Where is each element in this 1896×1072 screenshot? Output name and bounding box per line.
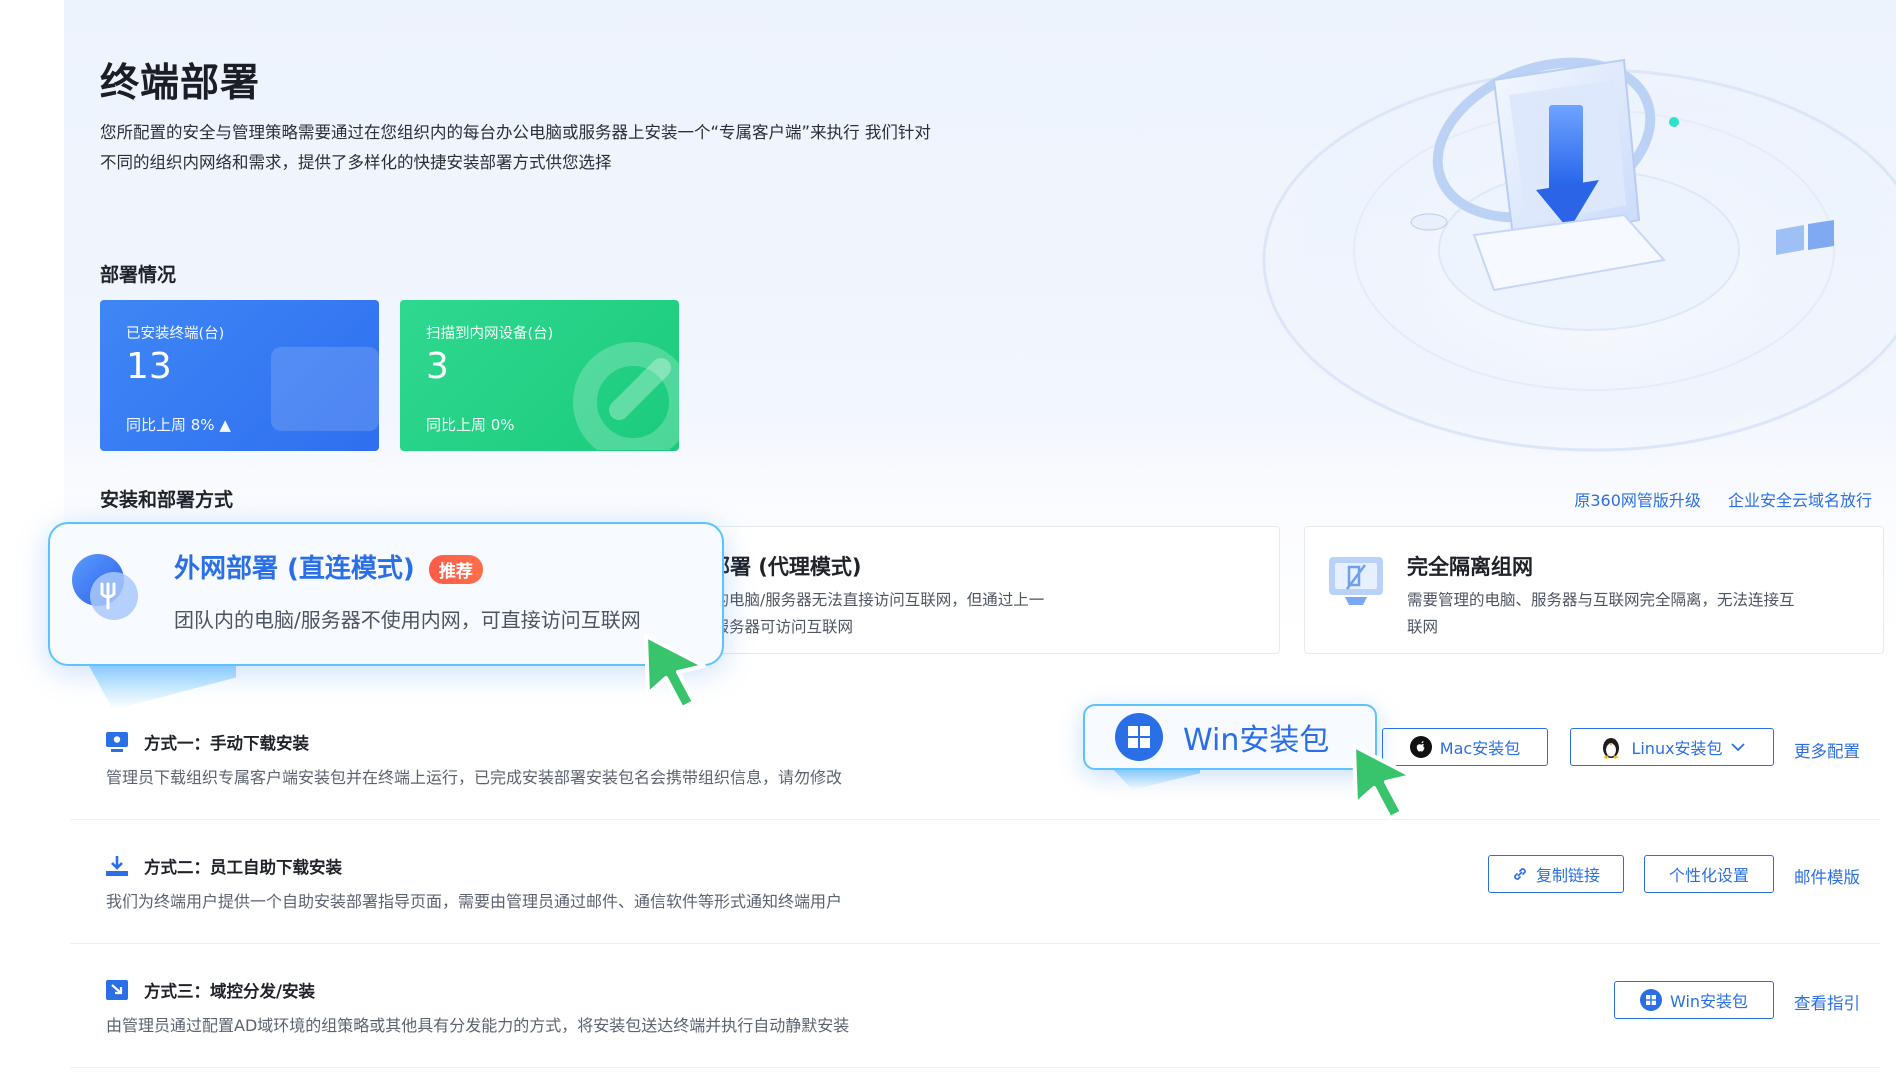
pointer-cursor-icon — [1352, 744, 1414, 820]
install-top-links: 原360网管版升级 企业安全云域名放行 — [1552, 487, 1872, 511]
scan-watermark-icon — [573, 342, 679, 450]
win-package-button[interactable]: Win安装包 — [1083, 704, 1377, 770]
copy-link-button[interactable]: 复制链接 — [1488, 855, 1624, 893]
win-package-button-domain[interactable]: Win安装包 — [1614, 981, 1774, 1019]
domain-deploy-icon — [106, 980, 128, 1000]
legacy-upgrade-link[interactable]: 原360网管版升级 — [1574, 491, 1701, 510]
internet-connect-icon — [72, 554, 138, 620]
stat-label: 扫描到内网设备(台) — [426, 326, 554, 342]
windows-icon — [1115, 713, 1163, 761]
view-guide-link[interactable]: 查看指引 — [1794, 990, 1860, 1014]
windows-icon — [1639, 989, 1662, 1011]
monitor-download-icon — [106, 732, 128, 752]
install-section-title: 安装和部署方式 — [100, 489, 234, 511]
stat-label: 已安装终端(台) — [126, 326, 225, 342]
mode-card-isolated[interactable]: 完全隔离组网 需要管理的电脑、服务器与互联网完全隔离，无法连接互 联网 — [1304, 526, 1884, 654]
linux-package-dropdown[interactable]: Linux安装包 — [1570, 728, 1774, 766]
page-title: 终端部署 — [100, 61, 261, 106]
deployment-illustration — [1244, 50, 1896, 452]
stat-value: 3 — [426, 346, 449, 387]
method-description: 由管理员通过配置AD域环境的组策略或其他具有分发能力的方式，将安装包送达终端并执… — [106, 1016, 850, 1035]
stat-trend: 同比上周 8% ▲ — [126, 416, 231, 434]
mode-title: 完全隔离组网 — [1407, 555, 1533, 579]
chevron-down-icon — [1730, 743, 1745, 752]
stat-trend: 同比上周 0% — [426, 416, 515, 434]
more-config-link[interactable]: 更多配置 — [1794, 738, 1860, 762]
page-description: 您所配置的安全与管理策略需要通过在您组织内的每台办公电脑或服务器上安装一个“专属… — [100, 123, 931, 172]
method-self-service: 方式二：员工自助下载安装 我们为终端用户提供一个自助安装部署指导页面，需要由管理… — [70, 820, 1880, 944]
mode-card-internet-selected[interactable]: 外网部署 (直连模式) 推荐 团队内的电脑/服务器不使用内网，可直接访问互联网 — [48, 522, 724, 666]
mode-description: 团队内的电脑/服务器不使用内网，可直接访问互联网 — [174, 608, 641, 632]
method-domain-control: 方式三：域控分发/安装 由管理员通过配置AD域环境的组策略或其他具有分发能力的方… — [70, 944, 1880, 1068]
link-icon — [1514, 868, 1526, 880]
method-description: 我们为终端用户提供一个自助安装部署指导页面，需要由管理员通过邮件、通信软件等形式… — [106, 892, 843, 911]
download-tray-icon — [106, 856, 128, 876]
recommended-badge: 推荐 — [428, 555, 483, 584]
domain-whitelist-link[interactable]: 企业安全云域名放行 — [1728, 491, 1872, 510]
mode-description: 需要管理的电脑、服务器与互联网完全隔离，无法连接互 联网 — [1407, 591, 1795, 636]
status-section-title: 部署情况 — [100, 264, 177, 286]
pointer-cursor-icon — [644, 634, 706, 710]
installed-terminals-card[interactable]: 已安装终端(台) 13 同比上周 8% ▲ — [100, 300, 379, 451]
method-title: 方式三：域控分发/安装 — [144, 982, 316, 1001]
isolated-network-icon — [1329, 557, 1383, 605]
linux-penguin-icon — [1603, 738, 1620, 759]
stat-value: 13 — [126, 346, 172, 387]
mode-title: 外网部署 (直连模式) 推荐 — [174, 548, 483, 585]
scanned-devices-card[interactable]: 扫描到内网设备(台) 3 同比上周 0% — [400, 300, 679, 451]
method-title: 方式一：手动下载安装 — [144, 734, 309, 753]
method-description: 管理员下载组织专属客户端安装包并在终端上运行，已完成安装部署安装包名会携带组织信… — [106, 768, 843, 787]
method-manual-download: 方式一：手动下载安装 管理员下载组织专属客户端安装包并在终端上运行，已完成安装部… — [70, 696, 1880, 820]
email-template-link[interactable]: 邮件模版 — [1794, 864, 1860, 888]
customize-button[interactable]: 个性化设置 — [1644, 855, 1774, 893]
method-title: 方式二：员工自助下载安装 — [144, 858, 342, 877]
monitor-watermark-icon — [271, 347, 379, 431]
